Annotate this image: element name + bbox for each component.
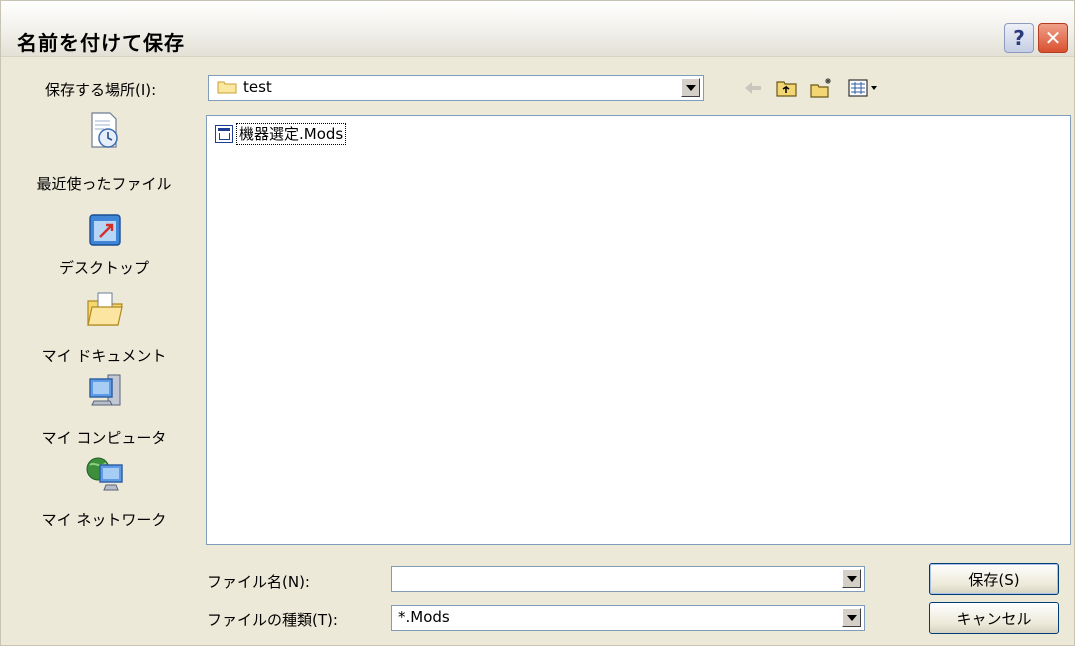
title-bar[interactable]: 名前を付けて保存 ? ✕ <box>1 1 1074 57</box>
filename-input[interactable] <box>391 566 865 592</box>
place-recent[interactable]: 最近使ったファイル <box>9 109 199 199</box>
filetype-value: *.Mods <box>398 608 450 626</box>
filename-label: ファイル名(N): <box>207 573 310 591</box>
file-list[interactable]: 機器選定.Mods <box>206 115 1071 545</box>
view-menu-icon[interactable] <box>847 77 881 99</box>
filetype-dropdown[interactable]: *.Mods <box>391 605 865 631</box>
my-computer-icon <box>89 374 121 406</box>
place-label-recent: 最近使ったファイル <box>36 175 172 193</box>
places-bar: 最近使ったファイル デスクトップ マイ ドキュメント マイ コンピュータ マイ … <box>9 109 199 549</box>
filename-dropdown-arrow[interactable] <box>842 569 861 588</box>
my-documents-icon <box>87 292 123 326</box>
chevron-down-icon <box>846 575 857 582</box>
desktop-icon <box>89 214 121 246</box>
place-label-my-network: マイ ネットワーク <box>41 511 167 529</box>
save-button[interactable]: 保存(S) <box>929 563 1059 595</box>
place-desktop[interactable]: デスクトップ <box>9 211 199 291</box>
filetype-label: ファイルの種類(T): <box>207 611 338 629</box>
mods-file-icon <box>215 125 233 143</box>
back-icon[interactable] <box>741 77 765 99</box>
help-button[interactable]: ? <box>1004 23 1034 53</box>
location-dropdown-arrow[interactable] <box>681 78 700 97</box>
up-folder-icon[interactable] <box>775 77 799 99</box>
save-as-dialog: 名前を付けて保存 ? ✕ 保存する場所(I): test 最近使ったファイル デ… <box>0 0 1075 646</box>
cancel-button[interactable]: キャンセル <box>929 602 1059 634</box>
place-my-network[interactable]: マイ ネットワーク <box>9 453 199 543</box>
dialog-title: 名前を付けて保存 <box>17 31 185 55</box>
place-label-my-documents: マイ ドキュメント <box>41 347 167 365</box>
list-item[interactable]: 機器選定.Mods <box>215 122 347 146</box>
my-network-icon <box>86 457 123 491</box>
location-dropdown[interactable]: test <box>208 75 704 101</box>
recent-files-icon <box>91 112 118 148</box>
location-value: test <box>243 78 272 96</box>
close-button[interactable]: ✕ <box>1038 23 1068 53</box>
chevron-down-icon <box>685 84 696 91</box>
folder-icon <box>217 81 237 94</box>
chevron-down-icon <box>846 614 857 621</box>
place-label-desktop: デスクトップ <box>58 259 149 277</box>
place-my-computer[interactable]: マイ コンピュータ <box>9 371 199 451</box>
file-name: 機器選定.Mods <box>236 123 347 145</box>
place-label-my-computer: マイ コンピュータ <box>41 429 167 447</box>
location-label: 保存する場所(I): <box>45 81 157 99</box>
filetype-dropdown-arrow[interactable] <box>842 608 861 627</box>
place-my-documents[interactable]: マイ ドキュメント <box>9 289 199 379</box>
new-folder-icon[interactable] <box>809 77 833 99</box>
